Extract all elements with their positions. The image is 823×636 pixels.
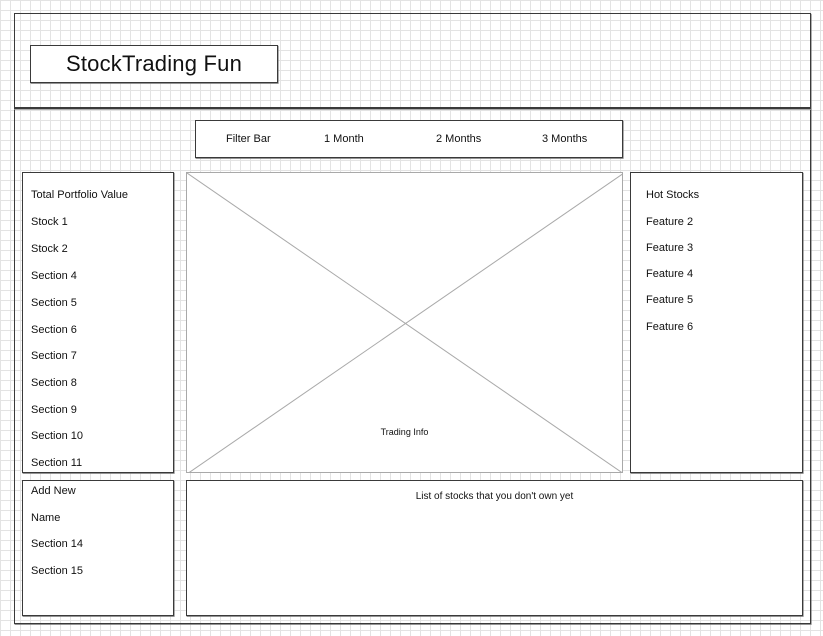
sidebar-item-section-14[interactable]: Section 14 [31, 538, 83, 550]
sidebar-item-section-4[interactable]: Section 4 [31, 270, 77, 282]
sidebar-item-stock-1[interactable]: Stock 1 [31, 216, 68, 228]
feature-5-item[interactable]: Feature 5 [646, 294, 693, 306]
app-title: StockTrading Fun [65, 51, 243, 76]
sidebar-item-section-5[interactable]: Section 5 [31, 297, 77, 309]
add-new-item[interactable]: Add New [31, 485, 76, 497]
sidebar-item-section-8[interactable]: Section 8 [31, 377, 77, 389]
filter-3-months[interactable]: 3 Months [542, 133, 587, 145]
trading-info-image: Trading Info [186, 172, 623, 473]
unowned-stocks-caption: List of stocks that you don't own yet [415, 491, 574, 502]
filter-2-months[interactable]: 2 Months [436, 133, 481, 145]
portfolio-sidebar: Total Portfolio Value Stock 1 Stock 2 Se… [22, 172, 174, 473]
sidebar-item-section-6[interactable]: Section 6 [31, 324, 77, 336]
sidebar-item-section-11[interactable]: Section 11 [31, 457, 82, 469]
sidebar-item-section-7[interactable]: Section 7 [31, 350, 77, 362]
feature-3-item[interactable]: Feature 3 [646, 242, 693, 254]
filter-1-month[interactable]: 1 Month [324, 133, 364, 145]
hot-stocks-heading[interactable]: Hot Stocks [646, 189, 699, 201]
filter-bar-label: Filter Bar [226, 133, 271, 145]
name-item[interactable]: Name [31, 512, 60, 524]
hot-stocks-panel: Hot Stocks Feature 2 Feature 3 Feature 4… [630, 172, 803, 473]
sidebar-item-section-9[interactable]: Section 9 [31, 404, 77, 416]
feature-4-item[interactable]: Feature 4 [646, 268, 693, 280]
header-divider [14, 107, 811, 109]
app-title-box: StockTrading Fun [30, 45, 278, 83]
trading-info-caption: Trading Info [380, 427, 429, 437]
add-new-panel: Add New Name Section 14 Section 15 [22, 480, 174, 616]
sidebar-item-section-10[interactable]: Section 10 [31, 430, 83, 442]
sidebar-item-total-portfolio-value[interactable]: Total Portfolio Value [31, 189, 128, 201]
unowned-stocks-list: List of stocks that you don't own yet [186, 480, 803, 616]
sidebar-item-stock-2[interactable]: Stock 2 [31, 243, 68, 255]
feature-6-item[interactable]: Feature 6 [646, 321, 693, 333]
feature-2-item[interactable]: Feature 2 [646, 216, 693, 228]
sidebar-item-section-15[interactable]: Section 15 [31, 565, 83, 577]
filter-bar: Filter Bar 1 Month 2 Months 3 Months [195, 120, 623, 158]
